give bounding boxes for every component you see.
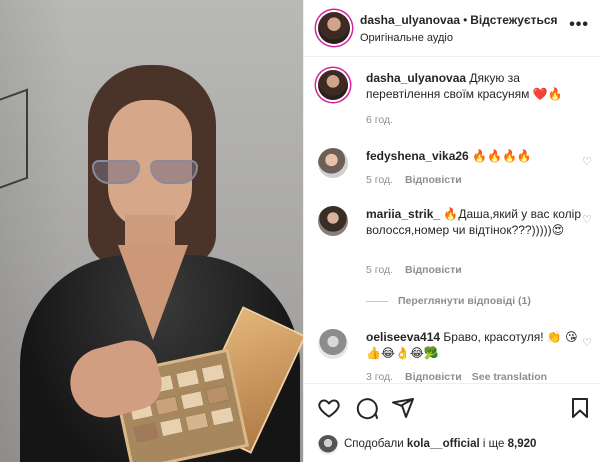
- likes-row: Сподобали kola__official і ще 8,920: [304, 429, 600, 462]
- comment-meta: 5 год. Відповісти: [366, 174, 462, 186]
- replies-divider-line: [366, 300, 388, 302]
- likes-connector: і ще: [482, 438, 505, 450]
- wall-decor-shape: [0, 88, 28, 192]
- small-heart-icon[interactable]: ♡: [581, 156, 593, 168]
- caption-username[interactable]: dasha_ulyanovaa: [366, 71, 466, 85]
- post-media[interactable]: [0, 0, 303, 462]
- view-replies-button[interactable]: Переглянути відповіді (1): [366, 295, 531, 307]
- likes-count[interactable]: 8,920: [508, 438, 537, 450]
- caption-body: dasha_ulyanovaa Дякую за перевтілення св…: [366, 70, 581, 102]
- post-side-panel: dasha_ulyanovaa • Відстежується Оригінальн…: [303, 0, 600, 462]
- comment-meta: 3 год. Відповісти See translation: [366, 371, 547, 383]
- comment-body: fedyshena_vika26 🔥🔥🔥🔥: [366, 148, 581, 164]
- comment-avatar[interactable]: [318, 206, 348, 236]
- comment-time: 3 год.: [366, 371, 394, 383]
- comment-body: mariia_strik_ 🔥Даша,який у вас колір вол…: [366, 206, 581, 238]
- likes-prefix: Сподобали: [344, 438, 404, 450]
- small-heart-icon[interactable]: ♡: [581, 214, 593, 226]
- comment-time: 5 год.: [366, 264, 394, 276]
- bookmark-icon[interactable]: [568, 396, 592, 420]
- comment-body: oeliseeva414 Браво, красотуля! 👏 😘👍😂👌😂🥦: [366, 329, 581, 361]
- author-username[interactable]: dasha_ulyanovaa: [360, 13, 460, 27]
- sunglasses: [92, 160, 202, 186]
- caption-avatar[interactable]: [318, 70, 348, 100]
- separator-dot: •: [463, 13, 468, 27]
- comment-meta: 5 год. Відповісти: [366, 264, 462, 276]
- following-button[interactable]: Відстежується: [470, 13, 557, 27]
- paper-plane-icon[interactable]: [391, 396, 415, 420]
- comments-list[interactable]: dasha_ulyanovaa Дякую за перевтілення св…: [304, 57, 600, 383]
- original-audio-link[interactable]: Оригінальне аудіо: [360, 32, 453, 44]
- comment-username[interactable]: mariia_strik_: [366, 207, 440, 221]
- more-options-icon[interactable]: •••: [569, 16, 589, 34]
- reply-button[interactable]: Відповісти: [405, 264, 462, 276]
- comment-time: 5 год.: [366, 174, 394, 186]
- caption-time: 6 год.: [366, 114, 394, 126]
- see-translation-button[interactable]: See translation: [472, 371, 547, 383]
- reply-button[interactable]: Відповісти: [405, 174, 462, 186]
- author-line: dasha_ulyanovaa • Відстежується: [360, 13, 558, 27]
- comment-username[interactable]: fedyshena_vika26: [366, 149, 469, 163]
- liker-username[interactable]: kola__official: [407, 438, 480, 450]
- action-bar: [304, 383, 600, 429]
- post-header: dasha_ulyanovaa • Відстежується Оригінальн…: [304, 0, 600, 57]
- small-heart-icon[interactable]: ♡: [581, 337, 593, 349]
- likes-text: Сподобали kola__official і ще 8,920: [344, 438, 536, 450]
- comment-avatar[interactable]: [318, 148, 348, 178]
- heart-outline-icon[interactable]: [317, 396, 341, 420]
- comment-text: 🔥🔥🔥🔥: [472, 149, 532, 163]
- comment-avatar[interactable]: [318, 329, 348, 359]
- caption-meta: 6 год.: [366, 114, 393, 126]
- author-avatar[interactable]: [318, 12, 350, 44]
- view-replies-label: Переглянути відповіді (1): [398, 295, 531, 307]
- comment-bubble-icon[interactable]: [355, 396, 379, 420]
- comment-username[interactable]: oeliseeva414: [366, 330, 440, 344]
- liker-avatar[interactable]: [318, 435, 338, 455]
- reply-button[interactable]: Відповісти: [405, 371, 462, 383]
